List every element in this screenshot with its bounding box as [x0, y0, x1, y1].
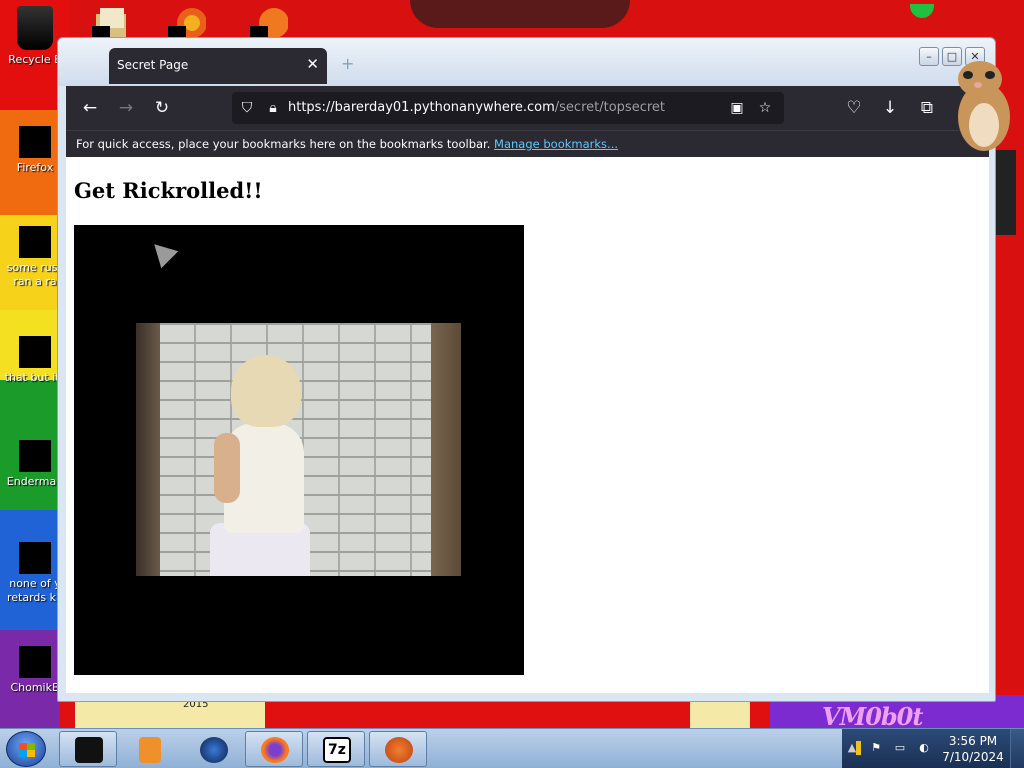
- tab-secret-page[interactable]: Secret Page ✕: [109, 48, 327, 84]
- notification-icon[interactable]: [856, 741, 861, 755]
- manage-bookmarks-link[interactable]: Manage bookmarks...: [494, 137, 618, 151]
- terminal-task[interactable]: [59, 731, 117, 767]
- system-tray: ▲ ⚑ ▭ ◐ 3:56 PM 7/10/2024: [842, 729, 1024, 768]
- back-icon[interactable]: ←: [78, 96, 102, 120]
- app-icon[interactable]: [168, 6, 206, 40]
- taskbar: 7z ▲ ⚑ ▭ ◐ 3:56 PM 7/10/2024: [0, 728, 1024, 768]
- show-desktop-button[interactable]: [1010, 729, 1024, 768]
- page-content: Get Rickrolled!!: [66, 157, 989, 693]
- windows-logo-icon: [19, 743, 35, 757]
- video-frame: [136, 323, 461, 576]
- navigation-toolbar: ← → ↻ ⛉ 🔒︎ https://barerday01.pythonanyw…: [66, 86, 989, 130]
- mouse-cursor-icon: [145, 235, 179, 269]
- background-window-edge: [996, 150, 1016, 235]
- lock-icon[interactable]: 🔒︎: [264, 99, 282, 117]
- media-player-icon: [139, 737, 161, 763]
- url-path: /secret/topsecret: [554, 100, 665, 115]
- bookmark-star-icon[interactable]: ☆: [756, 99, 774, 117]
- wallpaper-knob: [410, 0, 934, 28]
- url-text[interactable]: https://barerday01.pythonanywhere.com/se…: [288, 100, 665, 115]
- minimize-button[interactable]: –: [919, 47, 939, 66]
- globe-task[interactable]: [184, 731, 242, 767]
- clock-time[interactable]: 3:56 PM: [942, 734, 1004, 748]
- terminal-icon: [75, 737, 103, 763]
- paint-icon: [385, 737, 413, 763]
- browser-window: Secret Page ✕ + – □ ✕ ← → ↻ ⛉ 🔒︎ https:/…: [57, 37, 996, 702]
- title-bar[interactable]: Secret Page ✕ + – □ ✕: [58, 38, 995, 86]
- bookmarks-message: For quick access, place your bookmarks h…: [76, 137, 618, 151]
- download-icon[interactable]: ↓: [878, 96, 902, 120]
- close-tab-icon[interactable]: ✕: [306, 55, 319, 73]
- app-icon[interactable]: [250, 6, 288, 40]
- url-bar[interactable]: ⛉ 🔒︎ https://barerday01.pythonanywhere.c…: [232, 92, 784, 124]
- tab-title: Secret Page: [117, 58, 189, 72]
- extensions-icon[interactable]: ⧉: [915, 96, 939, 120]
- bookmarks-hint: For quick access, place your bookmarks h…: [76, 137, 491, 151]
- firefox-icon: [261, 737, 289, 763]
- reader-view-icon[interactable]: ▣: [728, 99, 746, 117]
- 7zip-task[interactable]: 7z: [307, 731, 365, 767]
- media-player-task[interactable]: [120, 731, 178, 767]
- hamster-sticker-icon: [958, 61, 1010, 151]
- page-title: Get Rickrolled!!: [74, 178, 263, 203]
- bookmarks-toolbar: For quick access, place your bookmarks h…: [66, 130, 989, 157]
- shield-icon[interactable]: ⛉: [238, 99, 256, 117]
- video-player[interactable]: [74, 225, 524, 675]
- forward-icon[interactable]: →: [114, 96, 138, 120]
- firefox-task[interactable]: [245, 731, 303, 767]
- reload-icon[interactable]: ↻: [150, 96, 174, 120]
- globe-icon: [200, 737, 228, 763]
- folder-icon[interactable]: [92, 6, 130, 40]
- flag-tray-icon[interactable]: ⚑: [869, 741, 883, 755]
- clock-date[interactable]: 7/10/2024: [942, 750, 1004, 764]
- pocket-icon[interactable]: ♡: [842, 96, 866, 120]
- url-host: https://barerday01.pythonanywhere.com: [288, 100, 555, 115]
- start-button[interactable]: [6, 731, 46, 767]
- new-tab-icon[interactable]: +: [341, 54, 354, 73]
- 7zip-icon: 7z: [323, 737, 351, 763]
- network-icon[interactable]: ▭: [893, 741, 907, 755]
- volume-icon[interactable]: ◐: [917, 741, 931, 755]
- wallpaper-logo-text: VM0b0t: [822, 702, 923, 728]
- paint-task[interactable]: [369, 731, 427, 767]
